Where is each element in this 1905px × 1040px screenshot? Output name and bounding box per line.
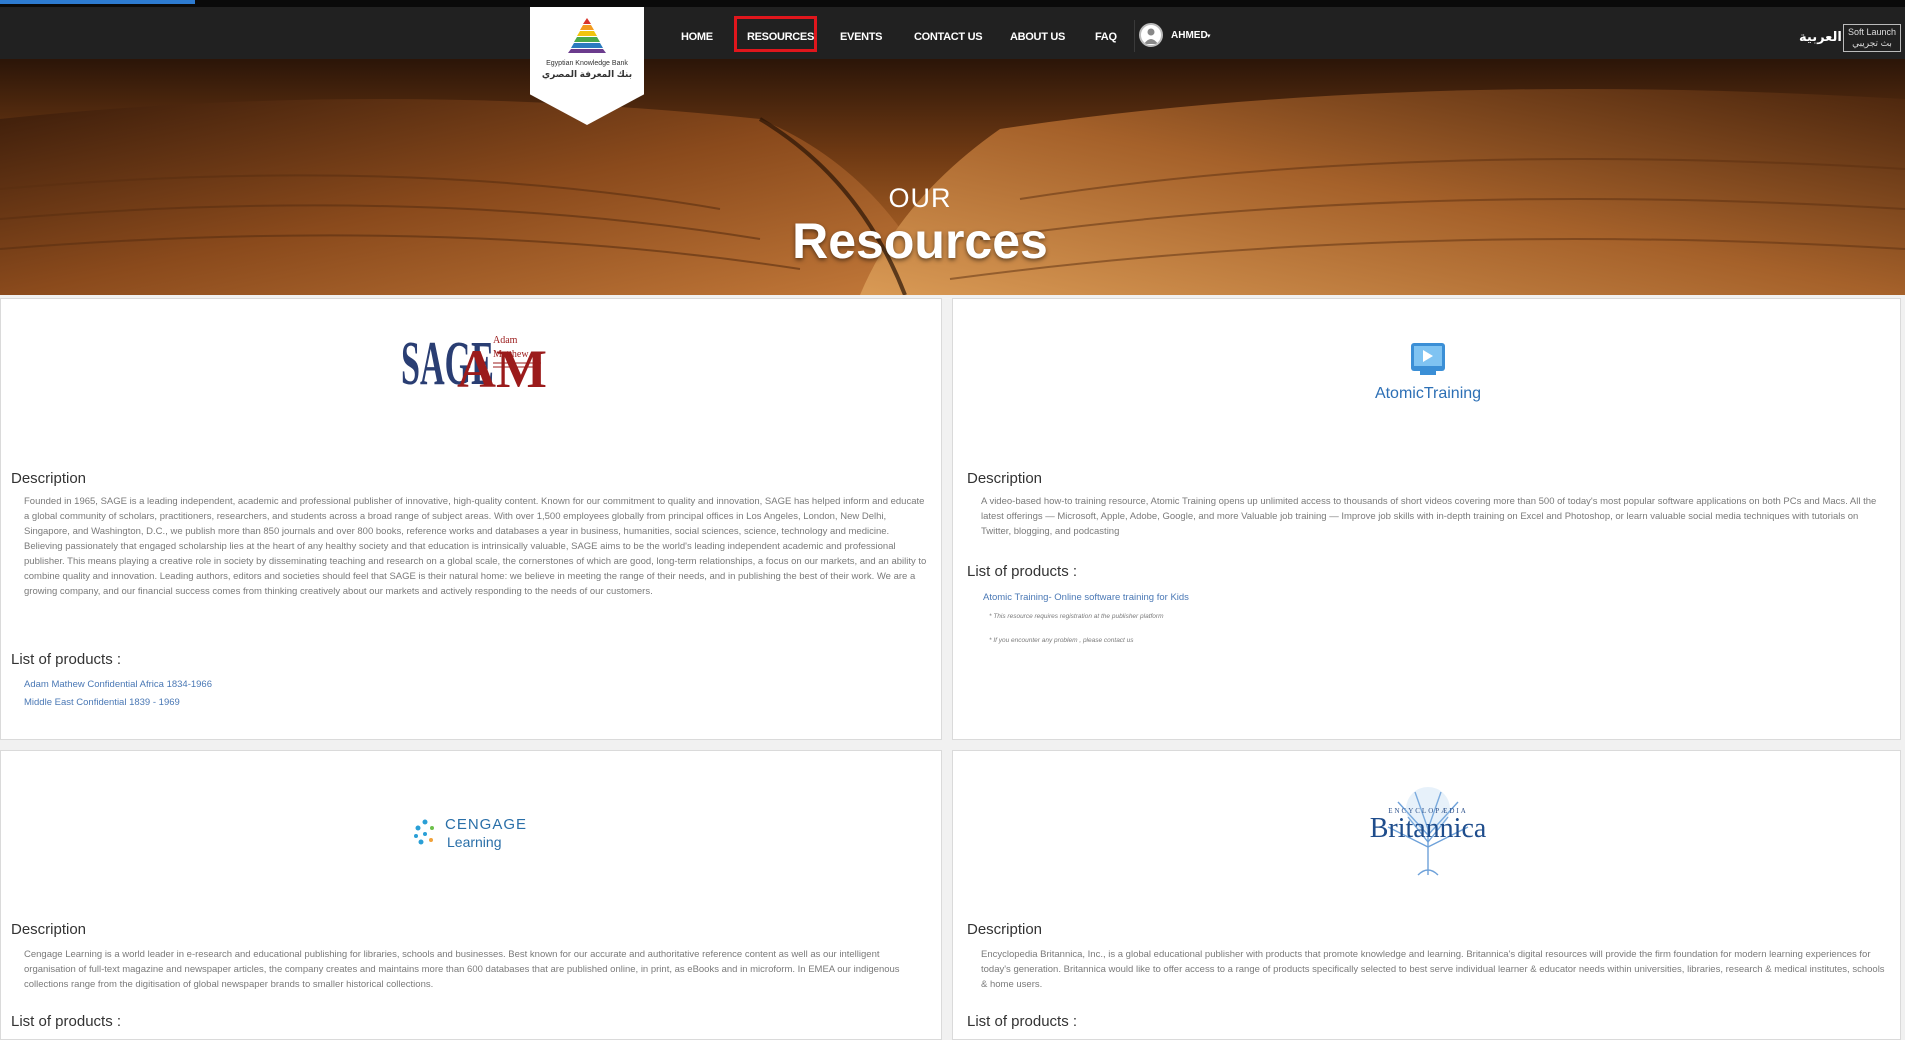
- nav-faq[interactable]: FAQ: [1095, 31, 1117, 43]
- hero-subtitle: OUR: [888, 183, 952, 213]
- product-list: Adam Mathew Confidential Africa 1834-196…: [24, 676, 212, 712]
- nav-about-us[interactable]: ABOUT US: [1010, 31, 1065, 43]
- resource-card-cengage: CENGAGE Learning Description Cengage Lea…: [0, 750, 942, 1040]
- svg-text:AtomicTraining: AtomicTraining: [1375, 385, 1481, 402]
- products-heading: List of products :: [11, 1013, 122, 1030]
- products-heading: List of products :: [967, 1013, 1078, 1030]
- description-text: Encyclopedia Britannica, Inc., is a glob…: [981, 949, 1885, 990]
- cengage-learning: Learning: [447, 834, 502, 850]
- nav-divider: [1134, 20, 1135, 52]
- products-heading: List of products :: [11, 651, 122, 668]
- resource-card-sage: SAGE AM Adam Matthew Description Founded…: [0, 298, 942, 740]
- product-list: Atomic Training- Online software trainin…: [983, 589, 1189, 607]
- products-heading: List of products :: [967, 563, 1078, 580]
- product-link[interactable]: Adam Mathew Confidential Africa 1834-196…: [24, 676, 212, 694]
- description-heading: Description: [11, 470, 87, 487]
- top-accent-bar: [0, 0, 195, 4]
- description-heading: Description: [11, 921, 87, 938]
- logo-text-ar: بنك المعرفة المصري: [541, 69, 633, 79]
- description-heading: Description: [967, 921, 1043, 938]
- nav-events[interactable]: EVENTS: [840, 31, 883, 43]
- resource-card-britannica: ENCYCLOPÆDIA Britannica Description Ency…: [952, 750, 1901, 1040]
- pyramid-logo-icon: [568, 18, 606, 53]
- registration-note: * This resource requires registration at…: [989, 613, 1164, 620]
- atomic-training-logo[interactable]: AtomicTraining: [1373, 341, 1483, 406]
- logo-text-en: Egyptian Knowledge Bank: [546, 60, 628, 67]
- description-text: A video-based how-to training resource, …: [981, 496, 1877, 537]
- cengage-name: CENGAGE: [445, 816, 528, 833]
- top-strip: [0, 0, 1905, 7]
- soft-launch-en: Soft Launch: [1847, 27, 1897, 37]
- soft-launch-ar: بث تجريبي: [1852, 38, 1892, 48]
- navbar: HOME RESOURCES EVENTS CONTACT US ABOUT U…: [0, 7, 1905, 59]
- britannica-name: Britannica: [1369, 813, 1487, 844]
- user-menu[interactable]: AHMED: [1171, 30, 1208, 41]
- britannica-logo[interactable]: ENCYCLOPÆDIA Britannica: [1353, 787, 1503, 877]
- nav-resources[interactable]: RESOURCES: [747, 31, 814, 43]
- sage-logo[interactable]: SAGE AM Adam Matthew: [401, 328, 547, 401]
- contact-note: * If you encounter any problem , please …: [989, 637, 1134, 644]
- product-link[interactable]: Middle East Confidential 1839 - 1969: [24, 694, 212, 712]
- product-link[interactable]: Atomic Training- Online software trainin…: [983, 589, 1189, 607]
- nav-contact-us[interactable]: CONTACT US: [914, 31, 983, 43]
- language-switch[interactable]: العربية: [1799, 29, 1842, 45]
- nav-home[interactable]: HOME: [681, 31, 713, 43]
- description-text: Cengage Learning is a world leader in e-…: [24, 949, 900, 990]
- description-text: Founded in 1965, SAGE is a leading indep…: [24, 496, 927, 597]
- cengage-logo[interactable]: CENGAGE Learning: [413, 814, 533, 854]
- resource-card-atomic-training: AtomicTraining Description A video-based…: [952, 298, 1901, 740]
- hero-banner: OUR Resources: [0, 59, 1905, 295]
- hero-title: Resources: [792, 213, 1048, 269]
- svg-text:Matthew: Matthew: [493, 349, 529, 360]
- user-avatar-icon[interactable]: [1139, 23, 1163, 47]
- soft-launch-badge: Soft Launch بث تجريبي: [1843, 24, 1901, 52]
- cengage-dots-icon: [414, 819, 434, 845]
- svg-text:Adam: Adam: [493, 335, 518, 346]
- chevron-down-icon[interactable]: ▾: [1207, 32, 1211, 40]
- description-heading: Description: [967, 470, 1043, 487]
- svg-text:AM: AM: [457, 339, 546, 399]
